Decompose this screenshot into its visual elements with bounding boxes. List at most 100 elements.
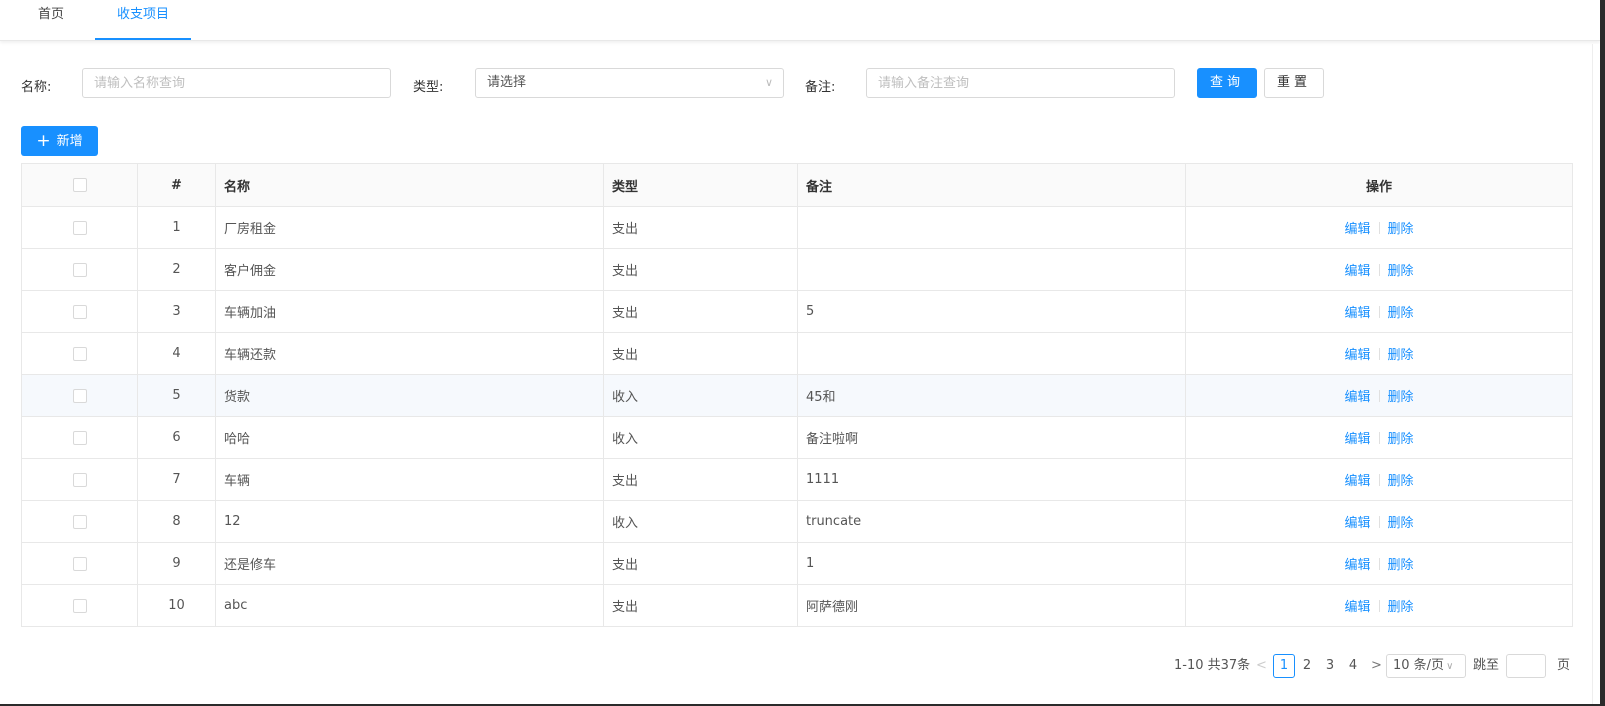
table-row: 6 哈哈 收入 备注啦啊 编辑 删除 xyxy=(22,417,1572,459)
row-name: 厂房租金 xyxy=(216,207,604,248)
edit-link[interactable]: 编辑 xyxy=(1344,386,1370,405)
table-row: 2 客户佣金 支出 编辑 删除 xyxy=(22,249,1572,291)
edit-link[interactable]: 编辑 xyxy=(1344,428,1370,447)
page-2[interactable]: 2 xyxy=(1296,654,1318,678)
row-note xyxy=(798,333,1186,374)
table-row: 10 abc 支出 阿萨德刚 编辑 删除 xyxy=(22,585,1572,627)
edit-link[interactable]: 编辑 xyxy=(1344,554,1370,573)
op-divider xyxy=(1378,599,1380,612)
prev-page-icon[interactable]: < xyxy=(1256,654,1267,678)
table-body: 1 厂房租金 支出 编辑 删除 2 客户佣金 支出 编辑 删除 3 车辆加油 支出 5 编辑 删除 4 车辆还款支… xyxy=(22,207,1572,627)
row-select-cell xyxy=(22,459,138,500)
chevron-down-icon: ∨ xyxy=(1446,661,1454,672)
select-all-checkbox[interactable] xyxy=(72,178,87,192)
jump-page-suffix: 页 xyxy=(1557,658,1571,673)
edit-link[interactable]: 编辑 xyxy=(1344,218,1370,237)
row-index: 2 xyxy=(138,249,216,290)
row-select-cell xyxy=(22,375,138,416)
tab-home[interactable]: 首页 xyxy=(36,0,66,38)
edit-link[interactable]: 编辑 xyxy=(1344,344,1370,363)
row-checkbox[interactable] xyxy=(72,472,87,487)
page-size-select[interactable]: 10 条/页 ∨ xyxy=(1386,654,1466,678)
edit-link[interactable]: 编辑 xyxy=(1344,470,1370,489)
row-operations: 编辑 删除 xyxy=(1186,417,1572,458)
row-checkbox[interactable] xyxy=(72,220,87,235)
table-row: 5 货款 收入 45和 编辑 删除 xyxy=(22,375,1572,417)
row-type: 收入 xyxy=(604,417,798,458)
row-select-cell xyxy=(22,417,138,458)
delete-link[interactable]: 删除 xyxy=(1388,260,1414,279)
table-row: 8 12 收入 truncate 编辑 删除 xyxy=(22,501,1572,543)
edit-link[interactable]: 编辑 xyxy=(1344,302,1370,321)
header-select-cell xyxy=(22,164,138,206)
type-select-value: 请选择 xyxy=(487,75,527,90)
delete-link[interactable]: 删除 xyxy=(1388,554,1414,573)
header-name: 名称 xyxy=(216,164,604,206)
row-checkbox[interactable] xyxy=(72,304,87,319)
delete-link[interactable]: 删除 xyxy=(1388,596,1414,615)
row-index: 6 xyxy=(138,417,216,458)
row-checkbox[interactable] xyxy=(72,556,87,571)
tab-bar: 首页 收支项目 xyxy=(0,0,1600,41)
op-divider xyxy=(1378,515,1380,528)
page-1[interactable]: 1 xyxy=(1273,654,1295,678)
row-name: 货款 xyxy=(216,375,604,416)
row-checkbox[interactable] xyxy=(72,430,87,445)
delete-link[interactable]: 删除 xyxy=(1388,218,1414,237)
table-row: 9 还是修车 支出 1 编辑 删除 xyxy=(22,543,1572,585)
op-divider xyxy=(1378,305,1380,318)
table-header-row: # 名称 类型 备注 操作 xyxy=(22,164,1572,207)
row-select-cell xyxy=(22,585,138,626)
next-page-icon[interactable]: > xyxy=(1371,654,1382,678)
row-index: 3 xyxy=(138,291,216,332)
op-divider xyxy=(1378,431,1380,444)
row-type: 支出 xyxy=(604,291,798,332)
page-4[interactable]: 4 xyxy=(1342,654,1364,678)
delete-link[interactable]: 删除 xyxy=(1388,344,1414,363)
row-select-cell xyxy=(22,543,138,584)
plus-icon: + xyxy=(36,131,51,151)
row-name: 车辆加油 xyxy=(216,291,604,332)
edit-link[interactable]: 编辑 xyxy=(1344,260,1370,279)
row-operations: 编辑 删除 xyxy=(1186,585,1572,626)
delete-link[interactable]: 删除 xyxy=(1388,302,1414,321)
note-search-input[interactable] xyxy=(866,68,1175,98)
row-checkbox[interactable] xyxy=(72,514,87,529)
row-operations: 编辑 删除 xyxy=(1186,249,1572,290)
table-row: 7 车辆 支出 1111 编辑 删除 xyxy=(22,459,1572,501)
delete-link[interactable]: 删除 xyxy=(1388,386,1414,405)
row-checkbox[interactable] xyxy=(72,388,87,403)
name-search-input[interactable] xyxy=(82,68,391,98)
delete-link[interactable]: 删除 xyxy=(1388,428,1414,447)
row-operations: 编辑 删除 xyxy=(1186,501,1572,542)
row-type: 支出 xyxy=(604,543,798,584)
type-select[interactable]: 请选择 ∨ xyxy=(475,68,784,98)
row-note xyxy=(798,249,1186,290)
header-note: 备注 xyxy=(798,164,1186,206)
scrollbar[interactable] xyxy=(1592,44,1600,704)
row-name: 哈哈 xyxy=(216,417,604,458)
row-name: 12 xyxy=(216,501,604,542)
row-index: 1 xyxy=(138,207,216,248)
add-button[interactable]: + 新增 xyxy=(21,126,98,156)
add-button-label: 新增 xyxy=(56,134,83,149)
app-window: 首页 收支项目 名称: 类型: 请选择 ∨ 备注: 查询 重置 + 新增 # 名称… xyxy=(0,0,1600,704)
edit-link[interactable]: 编辑 xyxy=(1344,512,1370,531)
row-type: 收入 xyxy=(604,501,798,542)
delete-link[interactable]: 删除 xyxy=(1388,470,1414,489)
jump-page-input[interactable] xyxy=(1506,654,1546,678)
row-type: 支出 xyxy=(604,585,798,626)
row-index: 5 xyxy=(138,375,216,416)
row-checkbox[interactable] xyxy=(72,262,87,277)
delete-link[interactable]: 删除 xyxy=(1388,512,1414,531)
row-index: 10 xyxy=(138,585,216,626)
row-checkbox[interactable] xyxy=(72,598,87,613)
edit-link[interactable]: 编辑 xyxy=(1344,596,1370,615)
tab-income-expense-items[interactable]: 收支项目 xyxy=(95,0,191,40)
op-divider xyxy=(1378,557,1380,570)
query-button[interactable]: 查询 xyxy=(1197,68,1257,98)
page-3[interactable]: 3 xyxy=(1319,654,1341,678)
row-name: abc xyxy=(216,585,604,626)
row-checkbox[interactable] xyxy=(72,346,87,361)
reset-button[interactable]: 重置 xyxy=(1264,68,1324,98)
